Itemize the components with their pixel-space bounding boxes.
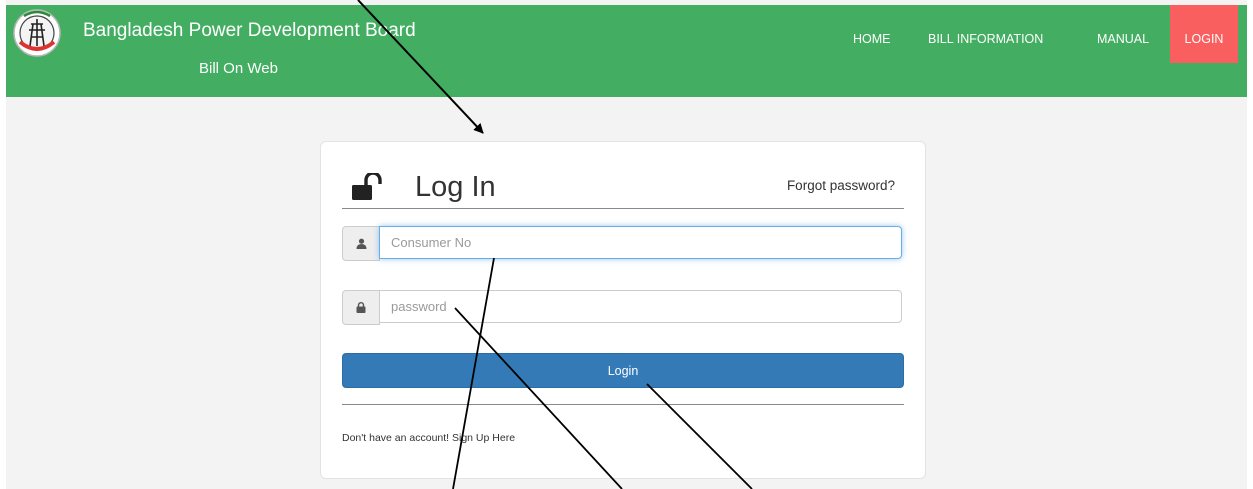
login-button[interactable]: Login xyxy=(342,353,904,388)
nav-home[interactable]: HOME xyxy=(853,5,891,63)
lock-icon xyxy=(342,290,380,325)
nav-bill-information[interactable]: BILL INFORMATION xyxy=(928,5,1043,63)
signup-link[interactable]: Sign Up Here xyxy=(452,432,515,444)
login-card: Log In Forgot password? Login Don't have… xyxy=(320,141,926,479)
consumer-no-input[interactable] xyxy=(379,226,902,259)
signup-prompt: Don't have an account! Sign Up Here xyxy=(342,432,515,444)
navbar: Bangladesh Power Development Board Bill … xyxy=(6,5,1247,97)
bpdb-logo-icon xyxy=(13,9,61,57)
signup-prefix: Don't have an account! xyxy=(342,432,450,444)
password-input[interactable] xyxy=(379,290,902,323)
page-title: Log In xyxy=(415,171,496,203)
nav-manual[interactable]: MANUAL xyxy=(1097,5,1149,63)
brand-subtitle: Bill On Web xyxy=(199,60,278,77)
user-icon xyxy=(342,226,380,261)
title-divider xyxy=(342,208,904,209)
unlocked-padlock-icon xyxy=(352,173,382,200)
brand-title[interactable]: Bangladesh Power Development Board xyxy=(83,20,416,42)
forgot-password-link[interactable]: Forgot password? xyxy=(787,178,895,193)
nav-login[interactable]: LOGIN xyxy=(1170,5,1238,63)
consumer-no-group xyxy=(342,226,904,261)
password-group xyxy=(342,290,904,325)
footer-divider xyxy=(342,404,904,405)
